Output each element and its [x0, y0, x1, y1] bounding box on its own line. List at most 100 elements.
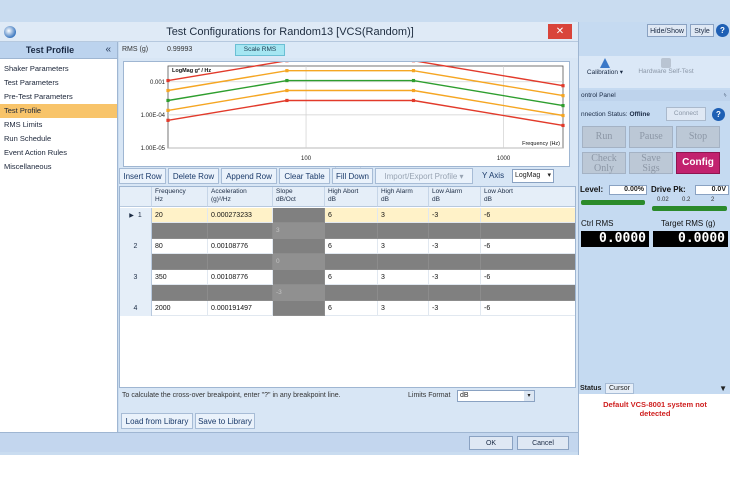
stop-button[interactable]: Stop [676, 126, 720, 148]
row-header[interactable]: 3 [120, 270, 152, 285]
check-only-button[interactable]: Check Only [582, 152, 626, 174]
save-sigs-button[interactable]: Save Sigs [629, 152, 673, 174]
row-header[interactable]: 2 [120, 239, 152, 254]
table-cell-accel[interactable]: 0.00108776 [208, 239, 273, 254]
table-cell-high-alarm[interactable]: 3 [378, 208, 429, 223]
hide-show-button[interactable]: Hide/Show [647, 24, 687, 37]
config-button[interactable]: Config [676, 152, 720, 174]
load-from-library-button[interactable]: Load from Library [121, 413, 193, 429]
status-tabs: Status Cursor ▼ [579, 383, 730, 394]
table-cell-low-alarm[interactable]: -3 [429, 301, 481, 316]
connect-button[interactable]: Connect [666, 107, 706, 121]
series-point-high-alarm [411, 69, 416, 73]
pause-button[interactable]: Pause [629, 126, 673, 148]
dialog-footer: OK Cancel [0, 432, 580, 452]
series-point-low-alarm [285, 88, 289, 93]
table-cell-high-alarm[interactable]: 3 [378, 270, 429, 285]
ok-button[interactable]: OK [469, 436, 513, 450]
slope-row-filler [481, 223, 575, 239]
cursor-tab[interactable]: Cursor [605, 383, 635, 394]
insert-row-button[interactable]: Insert Row [119, 168, 166, 184]
limits-format-select[interactable]: dB ▾ [457, 390, 535, 402]
x-tick-label: 100 [301, 156, 312, 162]
table-cell-low-abort[interactable]: -6 [481, 239, 575, 254]
style-button[interactable]: Style [690, 24, 714, 37]
table-cell-freq[interactable]: 20 [152, 208, 208, 223]
slope-cell[interactable]: -3 [273, 285, 325, 301]
clear-table-button[interactable]: Clear Table [279, 168, 330, 184]
close-button[interactable]: ✕ [548, 24, 572, 39]
table-cell-accel[interactable]: 0.00108776 [208, 270, 273, 285]
table-cell-high-abort[interactable]: 6 [325, 208, 378, 223]
rms-value: 0.99993 [167, 46, 193, 53]
nav-item-rms-limits[interactable]: RMS Limits [0, 118, 117, 132]
x-tick-label: 1000 [497, 156, 511, 162]
save-to-library-button[interactable]: Save to Library [195, 413, 255, 429]
table-cell-slope[interactable] [273, 208, 325, 223]
table-cell-low-alarm[interactable]: -3 [429, 270, 481, 285]
nav-item-test-profile[interactable]: Test Profile [0, 104, 117, 118]
panel-top-bar: Hide/Show Style ? [579, 22, 730, 42]
nav-item-run-schedule[interactable]: Run Schedule [0, 132, 117, 146]
nav-item-event-action-rules[interactable]: Event Action Rules [0, 146, 117, 160]
series-point-high-abort [166, 78, 170, 83]
table-cell-high-alarm[interactable]: 3 [378, 301, 429, 316]
nav-item-miscellaneous[interactable]: Miscellaneous [0, 160, 117, 174]
profile-chart-svg: 0.001 1.00E-04 1.00E-05 100 1000 LogMag g² / … [141, 59, 565, 162]
pin-icon[interactable]: ᛃ [723, 90, 727, 101]
series-point-profile [561, 103, 565, 108]
delete-row-button[interactable]: Delete Row [168, 168, 219, 184]
table-cell-accel[interactable]: 0.000273233 [208, 208, 273, 223]
column-header-acceleration: Acceleration (g)²/Hz [208, 187, 273, 207]
slope-row-filler [429, 223, 481, 239]
append-row-button[interactable]: Append Row [221, 168, 277, 184]
hardware-self-test-button[interactable]: Hardware Self-Test [631, 58, 701, 75]
slope-cell[interactable]: 0 [273, 254, 325, 270]
table-cell-freq[interactable]: 2000 [152, 301, 208, 316]
table-cell-accel[interactable]: 0.000191497 [208, 301, 273, 316]
drive-peak-value: 0.0V [695, 185, 729, 195]
nav-header-title: Test Profile [25, 45, 75, 55]
table-cell-slope[interactable] [273, 239, 325, 254]
table-cell-slope[interactable] [273, 270, 325, 285]
left-navigation: Test Profile « Shaker Parameters Test Pa… [0, 42, 118, 432]
table-cell-high-abort[interactable]: 6 [325, 270, 378, 285]
nav-item-pre-test-parameters[interactable]: Pre-Test Parameters [0, 90, 117, 104]
row-header[interactable]: 4 [120, 301, 152, 316]
status-dropdown-icon[interactable]: ▼ [719, 383, 727, 394]
table-cell-low-abort[interactable]: -6 [481, 208, 575, 223]
row-header[interactable]: ▶ 1 [120, 208, 152, 223]
table-cell-slope[interactable] [273, 301, 325, 316]
nav-item-shaker-parameters[interactable]: Shaker Parameters [0, 62, 117, 76]
table-cell-high-alarm[interactable]: 3 [378, 239, 429, 254]
table-cell-low-abort[interactable]: -6 [481, 301, 575, 316]
selected-row-marker-icon: ▶ [129, 213, 134, 219]
nav-item-test-parameters[interactable]: Test Parameters [0, 76, 117, 90]
cancel-button[interactable]: Cancel [517, 436, 569, 450]
application-window: Test Configurations for Random13 [VCS(Ra… [0, 0, 730, 455]
table-cell-low-alarm[interactable]: -3 [429, 239, 481, 254]
test-profile-panel: RMS (g) 0.99993 Scale RMS 0.001 1.00E-04 1… [119, 42, 578, 432]
slope-cell[interactable]: 3 [273, 223, 325, 239]
status-tab[interactable]: Status [580, 383, 601, 394]
table-cell-high-abort[interactable]: 6 [325, 239, 378, 254]
table-cell-low-alarm[interactable]: -3 [429, 208, 481, 223]
table-cell-freq[interactable]: 350 [152, 270, 208, 285]
fill-down-button[interactable]: Fill Down [332, 168, 373, 184]
slope-row-filler [208, 254, 273, 270]
table-cell-low-abort[interactable]: -6 [481, 270, 575, 285]
table-cell-high-abort[interactable]: 6 [325, 301, 378, 316]
table-cell-freq[interactable]: 80 [152, 239, 208, 254]
calibration-button[interactable]: Calibration ▾ [583, 58, 627, 76]
run-button[interactable]: Run [582, 126, 626, 148]
connection-help-icon[interactable]: ? [712, 108, 725, 121]
dialog-title: Test Configurations for Random13 [VCS(Ra… [166, 26, 414, 38]
scale-rms-button[interactable]: Scale RMS [235, 44, 285, 56]
help-icon[interactable]: ? [716, 24, 729, 37]
profile-chart: 0.001 1.00E-04 1.00E-05 100 1000 LogMag g² / … [123, 59, 570, 167]
collapse-chevron-icon[interactable]: « [105, 44, 111, 55]
series-point-low-abort [285, 98, 289, 103]
limits-format-label: Limits Format [408, 392, 451, 399]
import-export-profile-button[interactable]: Import/Export Profile ▾ [375, 168, 473, 184]
y-axis-select[interactable]: LogMag ▾ [512, 169, 554, 183]
